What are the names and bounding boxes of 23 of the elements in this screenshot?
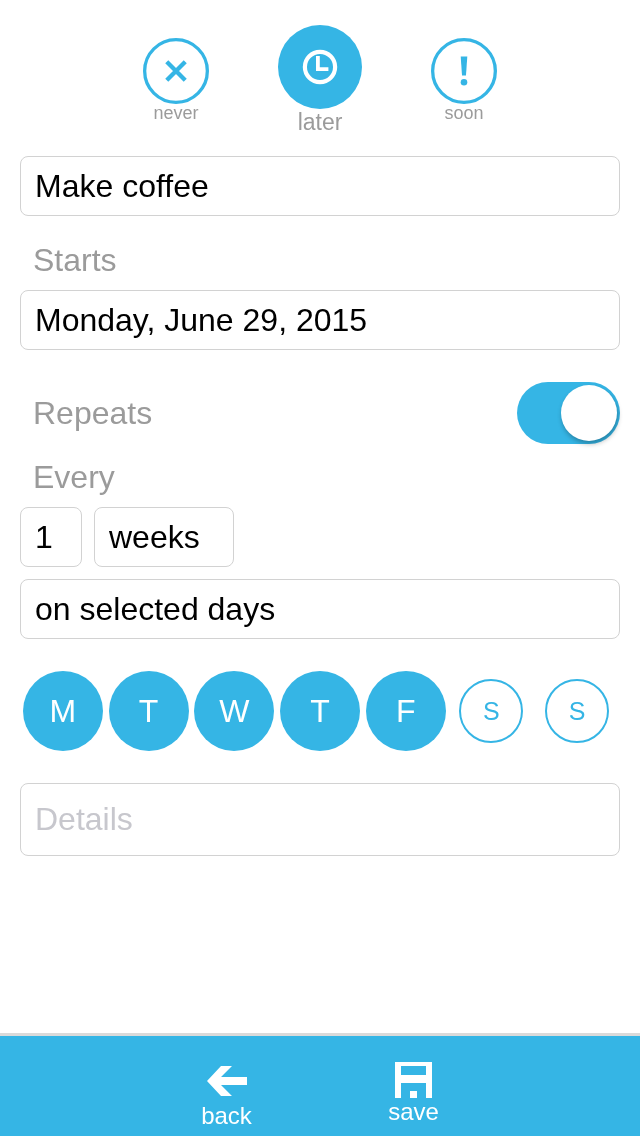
priority-option[interactable]: never: [104, 25, 248, 136]
day-toggle[interactable]: T: [108, 671, 189, 751]
day-toggle[interactable]: W: [194, 671, 275, 751]
priority-option[interactable]: later: [248, 25, 392, 136]
day-toggle[interactable]: S: [459, 679, 524, 743]
repeats-label: Repeats: [33, 395, 153, 431]
save-button[interactable]: save: [363, 1036, 464, 1136]
left-arrow-icon: [206, 1066, 247, 1096]
count-field[interactable]: 1: [20, 507, 82, 567]
starts-label: Starts: [33, 242, 117, 278]
back-button[interactable]: back: [176, 1036, 277, 1136]
day-toggle[interactable]: M: [22, 671, 103, 751]
unit-field[interactable]: weeks: [94, 507, 234, 567]
repeats-switch[interactable]: [517, 382, 620, 444]
day-toggle[interactable]: T: [280, 671, 360, 751]
every-label: Every: [33, 459, 115, 495]
day-toggle[interactable]: F: [365, 671, 446, 751]
priority-option[interactable]: soon: [392, 25, 536, 136]
repeat-pattern-field[interactable]: on selected days: [20, 579, 620, 639]
date-field[interactable]: Monday, June 29, 2015: [20, 290, 620, 350]
title-field[interactable]: Make coffee: [20, 156, 620, 216]
details-field[interactable]: Details: [20, 783, 620, 856]
day-toggle[interactable]: S: [545, 679, 610, 743]
